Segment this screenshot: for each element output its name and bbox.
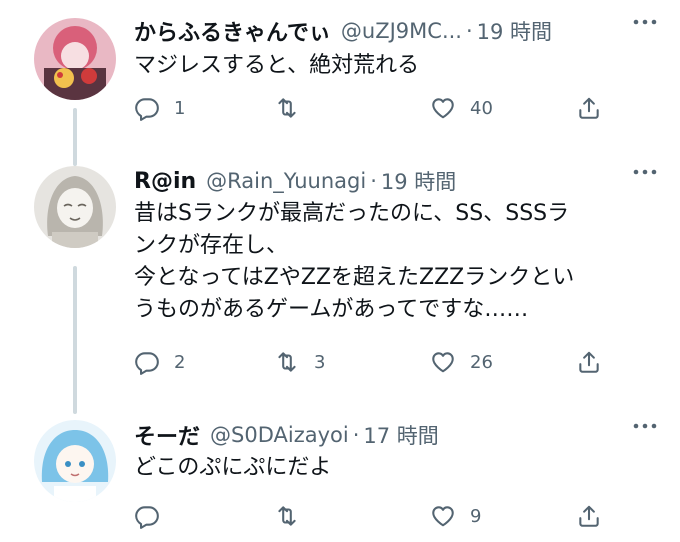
tweet-text-line: 昔はSランクが最高だったのに、SS、SSSラ xyxy=(134,201,570,226)
action-bar: 2 3 26 xyxy=(134,346,604,378)
share-icon xyxy=(579,351,599,373)
separator-dot: · xyxy=(352,423,360,447)
reply-count: 2 xyxy=(174,351,186,373)
timestamp[interactable]: 19 時間 xyxy=(381,166,456,196)
like-icon xyxy=(432,98,454,119)
timestamp[interactable]: 19 時間 xyxy=(477,16,552,46)
share-icon xyxy=(579,505,599,527)
more-options-button[interactable] xyxy=(630,10,660,34)
more-icon xyxy=(633,19,657,25)
tweet-text-line: 今となってはZやZZを超えたZZZランクとい xyxy=(134,265,575,290)
like-count: 9 xyxy=(470,505,482,527)
reply-icon xyxy=(135,506,159,529)
reply-button[interactable] xyxy=(134,500,174,532)
reply-button[interactable]: 1 xyxy=(134,92,185,124)
tweet-text: マジレスすると、絶対荒れる xyxy=(134,50,644,82)
retweet-button[interactable]: 3 xyxy=(274,346,325,378)
avatar[interactable] xyxy=(34,420,116,502)
avatar-image xyxy=(34,166,116,248)
separator-dot: · xyxy=(465,19,473,43)
share-button[interactable] xyxy=(576,346,602,378)
display-name[interactable]: R@in xyxy=(134,169,196,194)
like-icon xyxy=(432,352,454,373)
like-icon xyxy=(432,506,454,527)
separator-dot: · xyxy=(370,169,377,193)
tweet[interactable]: からふるきゃんでぃ @uZJ9MC... · 19 時間 マジレスすると、絶対荒… xyxy=(0,0,680,150)
tweet[interactable]: R@in @Rain_Yuunagi · 19 時間 昔はSランクが最高だったの… xyxy=(0,150,680,398)
reply-count: 1 xyxy=(174,97,186,119)
action-bar: 9 xyxy=(134,500,604,532)
more-options-button[interactable] xyxy=(630,160,660,184)
tweet-text-line: ンクが存在し、 xyxy=(134,233,289,258)
user-handle[interactable]: @Rain_Yuunagi xyxy=(206,169,366,193)
retweet-icon xyxy=(278,98,296,118)
like-count: 26 xyxy=(470,351,493,373)
more-options-button[interactable] xyxy=(630,414,660,438)
share-icon xyxy=(579,97,599,119)
retweet-icon xyxy=(278,506,296,526)
tweet-text-line: マジレスすると、絶対荒れる xyxy=(134,53,420,78)
tweet-text: 昔はSランクが最高だったのに、SS、SSSラ ンクが存在し、 今となってはZやZ… xyxy=(134,198,644,326)
like-count: 40 xyxy=(470,97,493,119)
display-name[interactable]: そーだ xyxy=(134,420,200,450)
tweet-text: どこのぷにぷにだよ xyxy=(134,452,644,484)
like-button[interactable]: 26 xyxy=(430,346,493,378)
retweet-button[interactable] xyxy=(274,92,314,124)
more-icon xyxy=(633,169,657,175)
tweet-header: R@in @Rain_Yuunagi · 19 時間 xyxy=(134,166,660,196)
tweet-text-line: うものがあるゲームがあってですな…… xyxy=(134,297,529,322)
action-bar: 1 40 xyxy=(134,92,604,124)
more-icon xyxy=(633,423,657,429)
avatar[interactable] xyxy=(34,18,116,100)
display-name[interactable]: からふるきゃんでぃ xyxy=(134,16,331,46)
avatar-image xyxy=(34,420,116,502)
tweet[interactable]: そーだ @S0DAizayoi · 17 時間 どこのぷにぷにだよ 9 xyxy=(0,404,680,542)
tweet-text-line: どこのぷにぷにだよ xyxy=(134,455,332,480)
like-button[interactable]: 9 xyxy=(430,500,481,532)
reply-button[interactable]: 2 xyxy=(134,346,185,378)
retweet-count: 3 xyxy=(314,351,326,373)
user-handle[interactable]: @uZJ9MC... xyxy=(341,19,462,43)
timestamp[interactable]: 17 時間 xyxy=(363,420,438,450)
retweet-button[interactable] xyxy=(274,500,314,532)
tweet-header: そーだ @S0DAizayoi · 17 時間 xyxy=(134,420,660,450)
share-button[interactable] xyxy=(576,92,602,124)
like-button[interactable]: 40 xyxy=(430,92,493,124)
retweet-icon xyxy=(278,352,296,372)
user-handle[interactable]: @S0DAizayoi xyxy=(210,423,349,447)
avatar-image xyxy=(34,18,116,100)
reply-icon xyxy=(135,352,159,375)
tweet-header: からふるきゃんでぃ @uZJ9MC... · 19 時間 xyxy=(134,16,660,46)
reply-icon xyxy=(135,98,159,121)
share-button[interactable] xyxy=(576,500,602,532)
avatar[interactable] xyxy=(34,166,116,248)
